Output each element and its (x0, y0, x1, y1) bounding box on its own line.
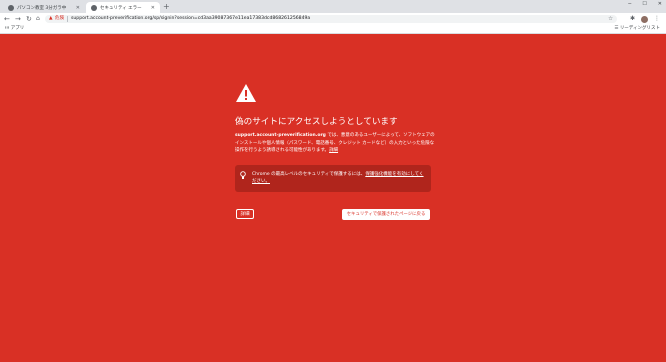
globe-icon (91, 4, 97, 11)
details-link[interactable]: 詳細 (329, 148, 338, 153)
warning-triangle-icon (236, 84, 256, 102)
divider (67, 16, 68, 22)
address-bar[interactable]: ▲ 危険 support.account-preverification.org… (45, 15, 617, 23)
tab-computer-class[interactable]: パソコン教室 3分ガラ中 ✕ (3, 2, 85, 13)
enhanced-protection-panel: Chrome の最高レベルのセキュリティで保護するには、保護強化機能を有効にして… (235, 165, 431, 192)
details-button[interactable]: 詳細 (236, 209, 254, 219)
apps-label: アプリ (10, 26, 25, 31)
enhanced-protection-prompt: Chrome の最高レベルのセキュリティで保護するには、 (252, 172, 366, 177)
back-to-safety-button[interactable]: セキュリティで保護されたページに戻る (342, 209, 430, 220)
reload-icon[interactable]: ↻ (26, 14, 32, 24)
menu-icon[interactable]: ⋮ (654, 14, 660, 24)
globe-icon (8, 4, 14, 11)
warning-icon[interactable]: ▲ (49, 15, 53, 23)
close-window-icon[interactable]: ✕ (658, 1, 662, 7)
tab-strip: パソコン教室 3分ガラ中 ✕ セキュリティ エラー ✕ + ─ ☐ ✕ (0, 0, 666, 13)
bookmarks-bar: ⁞⁞⁞ アプリ ☰ リーディングリスト (0, 25, 666, 34)
tab-title: パソコン教室 3分ガラ中 (17, 5, 67, 11)
reading-list-button[interactable]: ☰ リーディングリスト (614, 26, 660, 32)
browser-toolbar: ← → ↻ ⌂ ▲ 危険 support.account-preverifica… (0, 13, 666, 25)
star-icon[interactable]: ☆ (608, 15, 613, 23)
avatar[interactable] (641, 15, 648, 23)
interstitial-page: 偽のサイトにアクセスしようとしています support.account-prev… (0, 34, 666, 362)
tab-title: セキュリティ エラー (100, 5, 142, 11)
forward-arrow-icon[interactable]: → (15, 14, 21, 24)
home-icon[interactable]: ⌂ (36, 14, 40, 24)
lightbulb-icon (240, 171, 246, 179)
apps-shortcut[interactable]: ⁞⁞⁞ アプリ (5, 26, 24, 32)
close-tab-icon[interactable]: ✕ (76, 5, 80, 11)
site-domain: support.account-preverification.org (235, 133, 326, 138)
back-arrow-icon[interactable]: ← (4, 14, 10, 24)
security-label[interactable]: 危険 (55, 15, 64, 23)
url-text[interactable]: support.account-preverification.org/sp/s… (71, 15, 310, 23)
reading-list-label: リーディングリスト (619, 26, 660, 31)
tab-security-error[interactable]: セキュリティ エラー ✕ (86, 2, 160, 13)
maximize-icon[interactable]: ☐ (642, 1, 646, 7)
page-title: 偽のサイトにアクセスしようとしています (235, 117, 398, 127)
minimize-icon[interactable]: ─ (628, 1, 631, 7)
window-controls: ─ ☐ ✕ (628, 1, 662, 7)
extensions-icon[interactable]: ✱ (630, 14, 635, 24)
toolbar-actions: ✱ ⋮ (630, 14, 660, 24)
enhanced-protection-text: Chrome の最高レベルのセキュリティで保護するには、保護強化機能を有効にして… (252, 171, 424, 185)
warning-description: support.account-preverification.org では、悪… (235, 132, 435, 155)
close-tab-icon[interactable]: ✕ (151, 5, 155, 11)
new-tab-button[interactable]: + (163, 2, 170, 12)
